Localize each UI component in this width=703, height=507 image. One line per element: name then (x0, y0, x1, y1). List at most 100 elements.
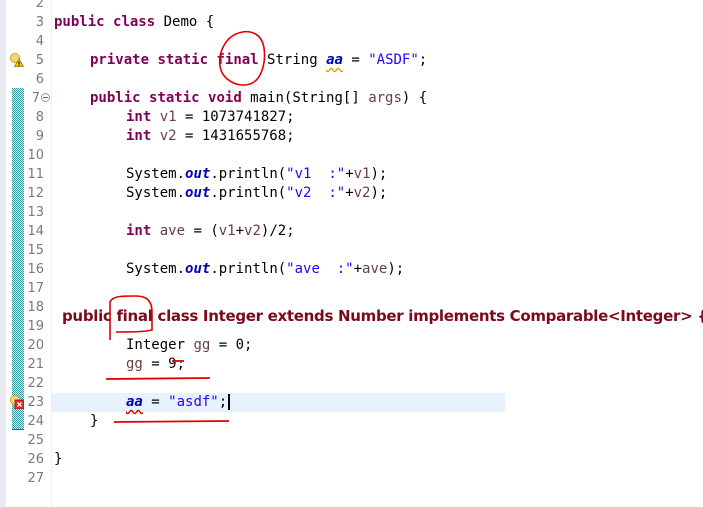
field-aa[interactable]: aa (326, 52, 343, 68)
paren: ); (370, 166, 388, 182)
string-literal: "ASDF" (368, 52, 419, 68)
local-variable-gg: gg (126, 356, 143, 372)
keyword: int (126, 128, 152, 144)
brace: ) { (401, 90, 428, 106)
local-variable: ave (362, 261, 388, 277)
keyword: int (126, 223, 152, 239)
keyword-final: final (216, 52, 259, 68)
operator: + (345, 185, 354, 201)
method-call: .println( (210, 166, 287, 182)
gutter-separator (51, 0, 52, 507)
local-variable-gg: gg (193, 337, 211, 353)
paren: ); (370, 185, 388, 201)
code-line-26[interactable]: } (54, 450, 62, 469)
code-line-14[interactable]: int ave = (v1+v2)/2; (126, 222, 295, 241)
local-variable: v1 (353, 166, 371, 182)
class-ref: System. (126, 261, 186, 277)
local-variable: v2 (353, 185, 371, 201)
line-number: 3 (35, 15, 44, 30)
string-literal: "asdf" (168, 394, 219, 410)
line-number: 6 (35, 72, 44, 87)
line-number: 24 (27, 414, 44, 429)
current-line-highlight (52, 393, 505, 412)
code-line-12[interactable]: System.out.println("v2 :"+v2); (126, 184, 387, 203)
keyword: class (113, 14, 156, 30)
fold-collapse-icon[interactable] (41, 93, 50, 102)
string-literal: "v2 :" (286, 185, 346, 201)
line-number: 9 (35, 129, 44, 144)
line-number: 21 (27, 357, 44, 372)
line-number: 8 (35, 110, 44, 125)
assignment: = 1073741827; (176, 109, 295, 125)
code-line-21[interactable]: gg = 9; (126, 355, 185, 374)
class-name: Demo { (155, 14, 215, 30)
code-line-9[interactable]: int v2 = 1431655768; (126, 127, 295, 146)
code-line-11[interactable]: System.out.println("v1 :"+v1); (126, 165, 387, 184)
integer-class-declaration-overlay: public final class Integer extends Numbe… (62, 307, 703, 325)
line-number: 5 (35, 53, 44, 68)
code-line-16[interactable]: System.out.println("ave :"+ave); (126, 260, 404, 279)
keyword: public (54, 14, 105, 30)
line-number: 4 (35, 34, 44, 49)
line-number: 2 (35, 0, 44, 11)
method-call: .println( (210, 261, 287, 277)
type-name: String (258, 52, 327, 68)
assignment: = 0; (210, 337, 253, 353)
local-variable: v2 (159, 128, 177, 144)
code-line-5[interactable]: private static final String aa = "ASDF"; (90, 51, 427, 70)
keyword: int (126, 109, 152, 125)
code-line-24[interactable]: } (90, 412, 98, 431)
line-number: 14 (27, 224, 44, 239)
line-number: 23 (27, 395, 44, 410)
code-line-7[interactable]: public static void main(String[] args) { (90, 89, 427, 108)
method-call: .println( (210, 185, 287, 201)
operator: + (235, 223, 245, 239)
keyword: static (149, 90, 200, 106)
keyword: static (157, 52, 209, 68)
local-variable: v2 (244, 223, 261, 239)
line-number: 12 (27, 186, 44, 201)
operator: = (142, 394, 169, 410)
line-number: 19 (27, 319, 44, 334)
annotation-layer (105, 30, 266, 423)
code-line-8[interactable]: int v1 = 1073741827; (126, 108, 295, 127)
line-number: 18 (27, 300, 44, 315)
underline-annotation-line23 (113, 420, 230, 423)
line-number: 13 (27, 205, 44, 220)
method-signature: main(String[] (241, 90, 369, 106)
line-number: 17 (27, 281, 44, 296)
string-literal: "ave :" (286, 261, 354, 277)
assignment: = 9; (142, 356, 186, 372)
code-line-20[interactable]: Integer gg = 0; (126, 336, 252, 355)
operator: )/2; (260, 223, 295, 239)
static-field: out (185, 261, 211, 277)
text-caret (228, 394, 231, 410)
line-number: 10 (27, 148, 44, 163)
assignment: = 1431655768; (176, 128, 295, 144)
error-icon[interactable] (10, 395, 24, 409)
code-line-3[interactable]: public class Demo { (54, 13, 214, 32)
line-number: 22 (27, 376, 44, 391)
keyword: private (90, 52, 150, 68)
local-variable: ave (159, 223, 186, 239)
string-literal: "v1 :" (286, 166, 346, 182)
semicolon: ; (418, 52, 428, 68)
paren: ); (387, 261, 405, 277)
parameter: args (368, 90, 402, 106)
static-field: out (185, 185, 211, 201)
class-ref: System. (126, 166, 186, 182)
line-number: 20 (27, 338, 44, 353)
line-number: 15 (27, 243, 44, 258)
static-field: out (185, 166, 211, 182)
operator: + (353, 261, 363, 277)
code-line-23[interactable]: aa = "asdf"; (126, 393, 231, 412)
operator: + (345, 166, 354, 182)
line-number: 26 (27, 452, 44, 467)
semicolon: ; (218, 394, 228, 410)
field-aa-error[interactable]: aa (126, 394, 143, 410)
line-number: 16 (27, 262, 44, 277)
line-number: 25 (27, 433, 44, 448)
keyword: void (208, 90, 242, 106)
underline-annotation-line21 (105, 377, 211, 380)
warning-icon[interactable] (10, 53, 24, 67)
